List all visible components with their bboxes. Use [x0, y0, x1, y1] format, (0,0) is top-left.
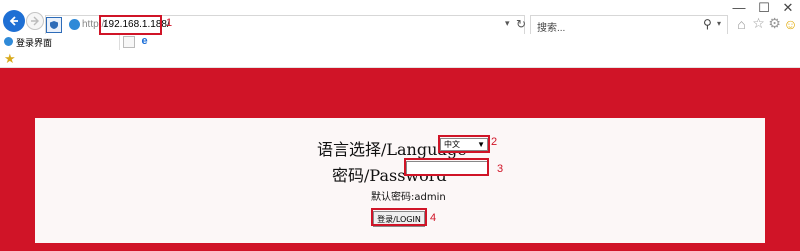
star-icon[interactable]: ☆ — [750, 15, 767, 32]
forward-arrow-icon — [31, 16, 39, 26]
search-icon[interactable]: ⚲ — [703, 17, 712, 31]
gear-icon[interactable]: ⚙ — [766, 15, 783, 32]
page-favicon-icon — [69, 19, 80, 30]
refresh-icon[interactable]: ↻ — [516, 17, 526, 31]
back-arrow-icon — [9, 16, 18, 26]
annotation-number-4: 4 — [430, 212, 437, 224]
annotation-box-3 — [404, 158, 489, 176]
search-dropdown-icon[interactable]: ▾ — [717, 19, 721, 28]
annotation-number-3: 3 — [497, 163, 504, 175]
favorites-star-icon[interactable]: ★ — [4, 51, 16, 67]
tab-strip: 登录界面 e — [0, 34, 800, 50]
shield-icon[interactable] — [46, 17, 62, 33]
tab-title: 登录界面 — [16, 38, 53, 48]
close-window-button[interactable]: ✕ — [776, 0, 800, 16]
maximize-button[interactable]: ☐ — [752, 0, 776, 16]
favorites-bar: ★ — [0, 50, 800, 68]
default-password-hint: 默认密码:admin — [371, 192, 446, 203]
back-button[interactable] — [3, 10, 25, 32]
minimize-button[interactable]: — — [727, 0, 751, 16]
address-dropdown-icon[interactable]: ▾ — [505, 18, 510, 29]
search-box[interactable]: 搜索... ⚲ ▾ — [530, 15, 728, 35]
smiley-icon[interactable]: ☺ — [782, 15, 799, 32]
annotation-box-1 — [99, 15, 162, 35]
forward-button[interactable] — [26, 12, 44, 30]
new-tab-button[interactable] — [123, 36, 135, 48]
search-placeholder: 搜索... — [537, 23, 566, 34]
annotation-number-2: 2 — [491, 136, 498, 148]
tab-favicon-icon — [4, 37, 13, 46]
annotation-number-1: 1 — [166, 17, 173, 29]
home-icon[interactable]: ⌂ — [733, 15, 750, 32]
annotation-box-2 — [438, 135, 490, 153]
annotation-box-4 — [371, 208, 427, 226]
tab-login[interactable]: 登录界面 — [0, 34, 120, 50]
ie-logo-icon[interactable]: e — [138, 35, 151, 48]
